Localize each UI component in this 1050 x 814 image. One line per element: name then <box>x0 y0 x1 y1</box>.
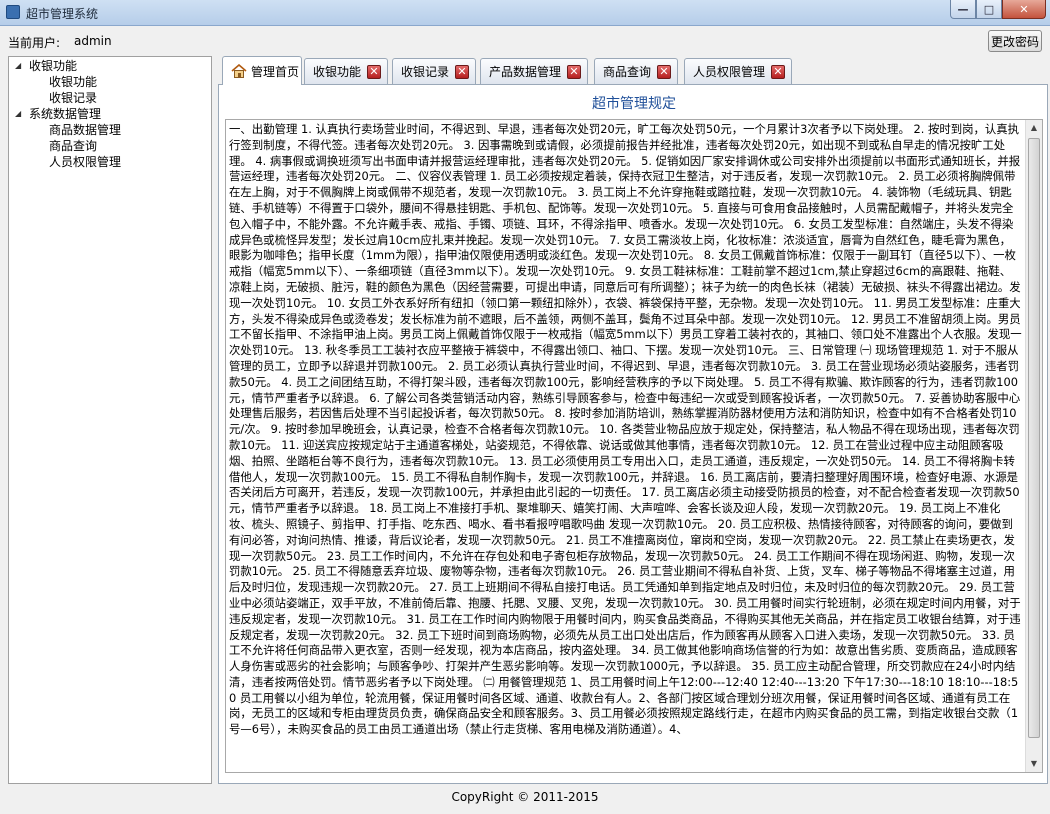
tab-label: 收银记录 <box>401 65 450 79</box>
footer-copyright: CopyRight © 2011-2015 <box>451 790 599 804</box>
close-tab-icon[interactable]: ✕ <box>771 65 785 79</box>
scroll-thumb[interactable] <box>1028 138 1040 738</box>
scroll-down-icon[interactable]: ▼ <box>1026 756 1042 772</box>
tab-label: 商品查询 <box>603 65 652 79</box>
tab-content-panel: 超市管理规定 一、出勤管理 1. 认真执行卖场营业时间，不得迟到、早退，违者每次… <box>218 84 1048 784</box>
close-tab-icon[interactable]: ✕ <box>455 65 469 79</box>
tree-item-permissions[interactable]: 人员权限管理 <box>49 154 121 170</box>
tree-item-product-query[interactable]: 商品查询 <box>49 138 97 154</box>
change-password-button[interactable]: 更改密码 <box>988 30 1042 52</box>
tab-label: 人员权限管理 <box>693 65 766 79</box>
close-button[interactable]: ✕ <box>1002 0 1046 19</box>
home-icon <box>231 64 247 78</box>
scroll-up-icon[interactable]: ▲ <box>1026 120 1042 136</box>
tab-label: 收银功能 <box>313 65 362 79</box>
tree-item-cashier[interactable]: 收银功能 <box>49 74 97 90</box>
regulations-text: 一、出勤管理 1. 认真执行卖场营业时间，不得迟到、早退，违者每次处罚20元，旷… <box>229 122 1022 737</box>
app-icon <box>6 5 20 19</box>
tree-item-cashier-records[interactable]: 收银记录 <box>49 90 97 106</box>
window-controls: — □ ✕ <box>950 0 1046 20</box>
regulations-textbox[interactable]: 一、出勤管理 1. 认真执行卖场营业时间，不得迟到、早退，违者每次处罚20元，旷… <box>225 119 1043 773</box>
page-title: 超市管理规定 <box>592 96 676 112</box>
close-tab-icon[interactable]: ✕ <box>367 65 381 79</box>
nav-tree: ◢ 收银功能 收银功能 收银记录 ◢ 系统数据管理 商品数据管理 商品查询 人员… <box>8 56 212 784</box>
tab-label: 产品数据管理 <box>489 65 562 79</box>
tab-product-query[interactable]: 商品查询 ✕ <box>594 58 678 84</box>
tab-cashier-records[interactable]: 收银记录 ✕ <box>392 58 476 84</box>
tab-home[interactable]: 管理首页 <box>222 56 302 85</box>
user-bar: 当前用户: admin <box>0 27 1050 54</box>
tab-cashier[interactable]: 收银功能 ✕ <box>304 58 388 84</box>
tree-node-cashier[interactable]: 收银功能 <box>29 58 77 74</box>
tree-item-product-data[interactable]: 商品数据管理 <box>49 122 121 138</box>
window-title: 超市管理系统 <box>26 7 99 21</box>
tab-label: 管理首页 <box>251 64 300 79</box>
collapse-toggle-icon[interactable]: ◢ <box>15 61 25 71</box>
current-user-label: 当前用户: <box>8 36 61 50</box>
collapse-toggle-icon[interactable]: ◢ <box>15 109 25 119</box>
close-tab-icon[interactable]: ✕ <box>567 65 581 79</box>
close-tab-icon[interactable]: ✕ <box>657 65 671 79</box>
current-user-name: admin <box>74 34 112 48</box>
title-bar: 超市管理系统 — □ ✕ <box>0 0 1050 26</box>
maximize-button[interactable]: □ <box>976 0 1002 19</box>
tab-bar: 管理首页 收银功能 ✕ 收银记录 ✕ 产品数据管理 ✕ 商品查询 ✕ 人员权限管… <box>218 56 1048 85</box>
minimize-button[interactable]: — <box>950 0 976 19</box>
tab-permissions[interactable]: 人员权限管理 ✕ <box>684 58 792 84</box>
tree-node-system-data[interactable]: 系统数据管理 <box>29 106 101 122</box>
vertical-scrollbar[interactable]: ▲ ▼ <box>1025 120 1042 772</box>
tab-product-data[interactable]: 产品数据管理 ✕ <box>480 58 588 84</box>
